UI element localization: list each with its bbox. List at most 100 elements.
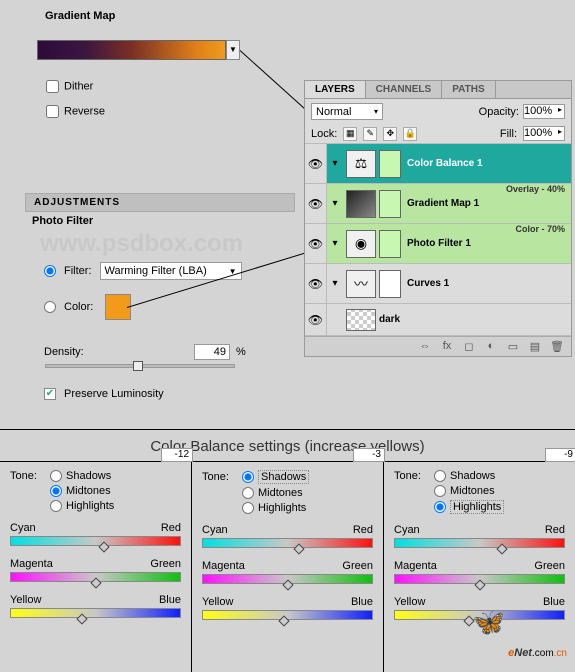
tone-option: Shadows	[258, 470, 309, 484]
layer-label: Color Balance 1	[407, 158, 483, 169]
link-icon[interactable]: ⇔	[417, 340, 433, 353]
slider-left-label: Yellow	[394, 596, 425, 608]
tone-option: Highlights	[66, 500, 114, 512]
layer-label: Gradient Map 1	[407, 198, 479, 209]
fill-label: Fill:	[500, 128, 517, 140]
cb-slider[interactable]: MagentaGreen0	[202, 560, 373, 586]
cb-slider[interactable]: YellowBlue-3	[202, 596, 373, 622]
gradient-dropdown-icon[interactable]: ▼	[226, 40, 240, 60]
butterfly-icon: 🦋	[473, 607, 505, 638]
cb-slider[interactable]: CyanRed+9	[202, 524, 373, 550]
eye-icon[interactable]: 👁	[305, 184, 327, 223]
opacity-input[interactable]: 100%	[523, 104, 565, 119]
tab-channels[interactable]: CHANNELS	[366, 81, 443, 98]
slider-right-label: Blue	[351, 596, 373, 608]
eye-icon[interactable]: 👁	[305, 264, 327, 303]
folder-icon[interactable]: ▭	[505, 340, 521, 353]
slider-value[interactable]: -3	[353, 448, 385, 462]
balance-icon: ⚖	[346, 150, 376, 178]
enet-logo: eNet.com.cn	[508, 639, 567, 662]
tone-option: Midtones	[450, 485, 495, 497]
tab-layers[interactable]: LAYERS	[305, 81, 366, 98]
layers-footer: ⇔ fx ◻ ◐ ▭ ▤ 🗑	[305, 336, 571, 356]
layer-label: dark	[379, 314, 400, 325]
blend-mode-value: Normal	[316, 106, 351, 118]
tone-radio-shadows[interactable]	[50, 470, 62, 482]
tone-radio-highlights[interactable]	[242, 502, 254, 514]
layer-label: Photo Filter 1	[407, 238, 471, 249]
blend-mode-select[interactable]: Normal▾	[311, 103, 383, 120]
lock-transparency-icon[interactable]: ▦	[343, 127, 357, 141]
gradient-icon	[346, 190, 376, 218]
cb-slider[interactable]: MagentaGreen0	[394, 560, 565, 586]
lock-move-icon[interactable]: ✥	[383, 127, 397, 141]
lock-brush-icon[interactable]: ✎	[363, 127, 377, 141]
layer-row[interactable]: 👁▾ ⚖ Color Balance 1	[305, 144, 571, 184]
slider-left-label: Cyan	[394, 524, 420, 536]
eye-icon[interactable]: 👁	[305, 144, 327, 183]
gradient-map-title: Gradient Map	[0, 0, 575, 32]
slider-left-label: Magenta	[10, 558, 53, 570]
fill-input[interactable]: 100%	[523, 126, 565, 141]
adjustments-header: ADJUSTMENTS	[25, 193, 295, 212]
fx-icon[interactable]: fx	[439, 340, 455, 353]
tone-radio-shadows[interactable]	[242, 471, 254, 483]
filter-radio[interactable]	[44, 265, 56, 277]
reverse-checkbox[interactable]: Reverse	[46, 105, 105, 118]
eye-icon[interactable]: 👁	[305, 304, 327, 335]
layer-label: Curves 1	[407, 278, 449, 289]
dither-label: Dither	[64, 80, 93, 92]
slider-right-label: Red	[161, 522, 181, 534]
layer-meta: Overlay - 40%	[506, 184, 565, 194]
tab-paths[interactable]: PATHS	[442, 81, 495, 98]
layer-row[interactable]: 👁▾ Gradient Map 1 Overlay - 40%	[305, 184, 571, 224]
tone-option: Highlights	[450, 500, 504, 514]
slider-right-label: Blue	[543, 596, 565, 608]
tone-radio-midtones[interactable]	[50, 485, 62, 497]
filter-value: Warming Filter (LBA)	[105, 265, 207, 277]
adjust-icon[interactable]: ◐	[483, 340, 499, 353]
cb-slider[interactable]: YellowBlue-12	[10, 594, 181, 620]
layer-row[interactable]: 👁▾ ◉ Photo Filter 1 Color - 70%	[305, 224, 571, 264]
slider-value[interactable]: -12	[161, 448, 193, 462]
cb-slider[interactable]: MagentaGreen0	[10, 558, 181, 584]
new-icon[interactable]: ▤	[527, 340, 543, 353]
slider-right-label: Green	[534, 560, 565, 572]
dither-checkbox[interactable]: Dither	[46, 80, 93, 93]
tone-option: Midtones	[66, 485, 111, 497]
tone-radio-shadows[interactable]	[434, 470, 446, 482]
density-slider[interactable]	[45, 362, 235, 368]
cb-slider[interactable]: CyanRed+19	[394, 524, 565, 550]
density-label: Density:	[44, 346, 194, 358]
density-input[interactable]	[194, 344, 230, 360]
slider-value[interactable]: -9	[545, 448, 575, 462]
mask-icon[interactable]: ◻	[461, 340, 477, 353]
reverse-label: Reverse	[64, 105, 105, 117]
tone-label: Tone:	[10, 470, 46, 482]
tone-radio-highlights[interactable]	[50, 500, 62, 512]
lock-all-icon[interactable]: 🔒	[403, 127, 417, 141]
camera-icon: ◉	[346, 230, 376, 258]
slider-right-label: Red	[545, 524, 565, 536]
slider-right-label: Green	[342, 560, 373, 572]
gradient-swatch[interactable]	[37, 40, 226, 60]
slider-right-label: Green	[150, 558, 181, 570]
layer-row[interactable]: 👁▾ 〰 Curves 1	[305, 264, 571, 304]
tone-radio-midtones[interactable]	[242, 487, 254, 499]
slider-right-label: Blue	[159, 594, 181, 606]
preserve-label: Preserve Luminosity	[64, 388, 164, 400]
tone-option: Shadows	[450, 470, 495, 482]
eye-icon[interactable]: 👁	[305, 224, 327, 263]
tone-option: Shadows	[66, 470, 111, 482]
color-radio[interactable]	[44, 301, 56, 313]
cb-slider[interactable]: CyanRed+6	[10, 522, 181, 548]
slider-right-label: Red	[353, 524, 373, 536]
trash-icon[interactable]: 🗑	[549, 340, 565, 353]
tone-radio-midtones[interactable]	[434, 485, 446, 497]
tone-label: Tone:	[202, 471, 238, 483]
percent-symbol: %	[236, 346, 246, 358]
slider-left-label: Cyan	[202, 524, 228, 536]
preserve-checkbox[interactable]: ✔	[44, 388, 56, 400]
layer-row[interactable]: 👁 dark	[305, 304, 571, 336]
tone-radio-highlights[interactable]	[434, 501, 446, 513]
